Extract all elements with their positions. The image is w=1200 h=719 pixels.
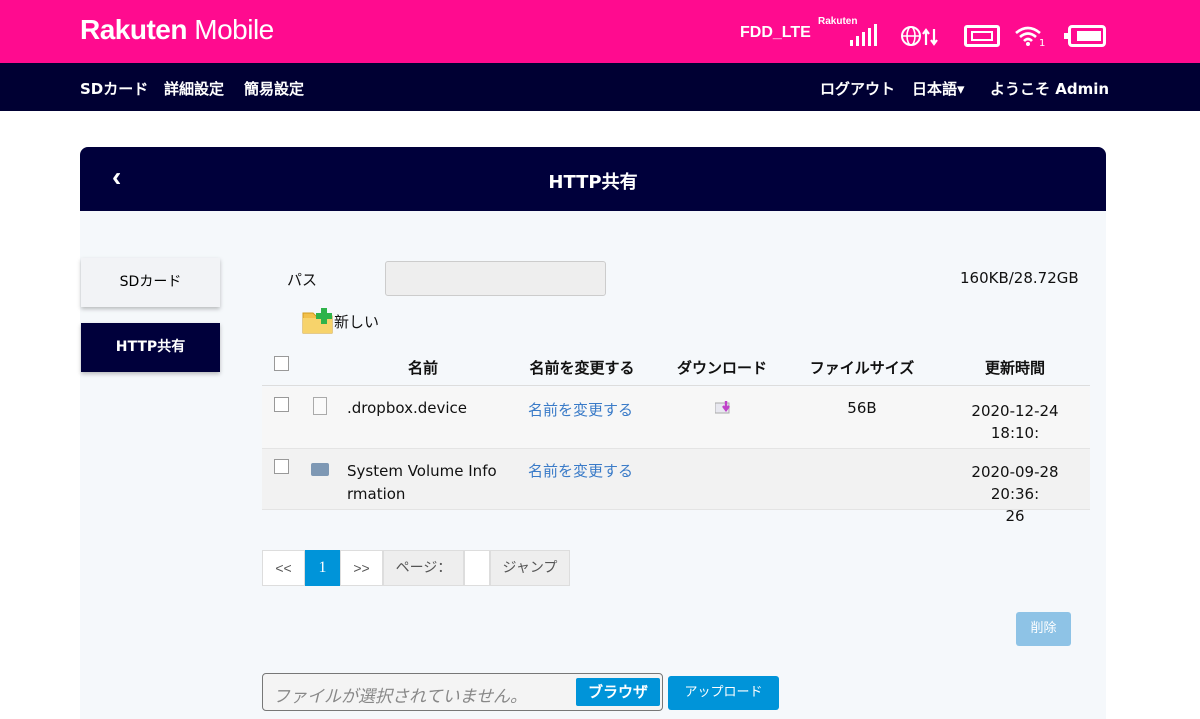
battery-icon [1064,25,1106,47]
folder-icon [311,463,329,476]
file-chooser[interactable]: ファイルが選択されていません。 ブラウザ [262,673,663,711]
table-row: System Volume Info rmation 名前を変更する 2020-0… [262,449,1090,525]
wifi-icon: 1 [1015,26,1045,48]
file-chooser-placeholder: ファイルが選択されていません。 [273,687,527,707]
logout-link[interactable]: ログアウト [820,78,895,99]
nav-advanced-settings[interactable]: 詳細設定 [164,78,224,99]
signal-strength-icon [850,24,877,46]
header-download: ダウンロード [676,359,767,377]
delete-button[interactable]: 削除 [1016,612,1071,646]
header-name: 名前 [407,359,438,377]
jump-button[interactable]: ジャンプ [490,550,570,586]
table-row: .dropbox.device 名前を変更する 56B 2020-12-24 1… [262,387,1090,464]
rename-link[interactable]: 名前を変更する [528,460,633,481]
nav-sd-card[interactable]: SDカード [80,78,148,99]
header-file-size: ファイルサイズ [809,359,915,377]
card-header: ‹ HTTP共有 [80,147,1106,211]
top-bar: Rakuten Mobile FDD_LTE Rakuten 1 [0,0,1200,63]
folder-name[interactable]: System Volume Info rmation [347,460,497,506]
new-folder-icon[interactable] [302,307,334,335]
modified-time: 2020-09-28 20:36: 26 [971,463,1059,525]
storage-usage: 160KB/28.72GB [960,269,1079,287]
row-checkbox[interactable] [274,397,289,412]
main-nav: SDカード 詳細設定 簡易設定 ログアウト 日本語▾ ようこそ Admin [0,63,1200,111]
nav-quick-settings[interactable]: 簡易設定 [244,78,304,99]
sidebar-item-http-share[interactable]: HTTP共有 [81,323,220,372]
file-icon [313,397,327,415]
file-name[interactable]: .dropbox.device [347,399,467,417]
page-number-input[interactable] [464,550,490,586]
pager-last-button[interactable]: >> [340,550,383,586]
file-size: 56B [847,399,877,417]
language-select[interactable]: 日本語▾ [912,78,965,99]
pager-first-button[interactable]: << [262,550,305,586]
sim-card-icon [964,25,1000,47]
path-field[interactable] [385,261,606,296]
svg-text:1: 1 [1039,38,1045,48]
path-label: パス [287,271,318,289]
download-icon[interactable] [715,401,733,414]
select-all-checkbox[interactable] [274,356,289,371]
row-checkbox[interactable] [274,459,289,474]
globe-data-icon [901,26,938,46]
pager-current-page[interactable]: 1 [305,550,340,586]
sidebar-item-sd-card[interactable]: SDカード [81,258,220,307]
brand-logo: Rakuten Mobile [80,14,274,45]
welcome-user: ようこそ Admin [990,80,1110,98]
new-folder-label[interactable]: 新しい [334,311,379,332]
network-type: FDD_LTE [740,24,811,41]
page-label: ページ： [383,550,464,586]
header-rename: 名前を変更する [529,359,635,377]
table-header: 名前 名前を変更する ダウンロード ファイルサイズ 更新時間 [262,346,1090,386]
upload-button[interactable]: アップロード [668,676,779,710]
browse-button[interactable]: ブラウザ [576,678,660,706]
rename-link[interactable]: 名前を変更する [528,399,633,420]
header-modified: 更新時間 [984,359,1045,377]
page-title: HTTP共有 [548,172,638,193]
